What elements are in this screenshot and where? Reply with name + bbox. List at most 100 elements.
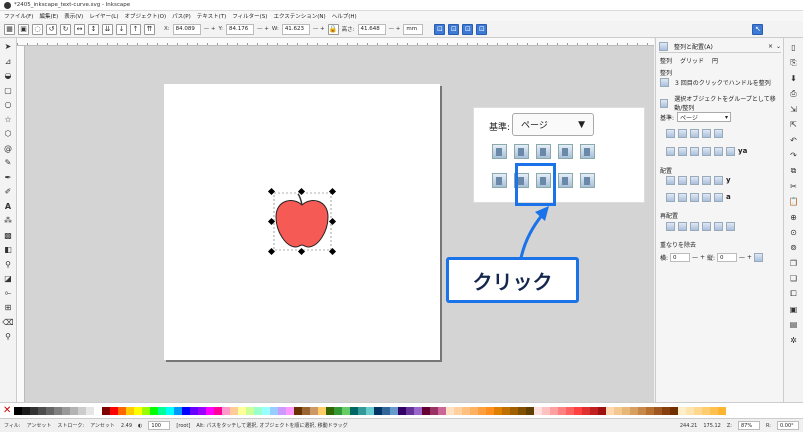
palette-swatch[interactable] bbox=[102, 406, 110, 415]
palette-swatch[interactable] bbox=[278, 406, 286, 415]
popup-ref-select[interactable]: ページ ▼ bbox=[512, 113, 594, 136]
palette-swatch[interactable] bbox=[166, 406, 174, 415]
rearrange-unclump-icon[interactable] bbox=[726, 222, 735, 231]
distribute-icon-4[interactable] bbox=[702, 176, 711, 185]
align-text-baseline-icon[interactable]: ya bbox=[738, 147, 747, 155]
palette-swatch[interactable] bbox=[622, 406, 630, 415]
menu-filter[interactable]: フィルター(S) bbox=[232, 12, 267, 20]
palette-swatch[interactable] bbox=[550, 406, 558, 415]
palette-swatch[interactable] bbox=[262, 406, 270, 415]
dropper-tool-icon[interactable]: ⚲ bbox=[2, 258, 14, 270]
star-tool-icon[interactable]: ☆ bbox=[2, 113, 14, 125]
palette-swatch[interactable] bbox=[214, 406, 222, 415]
scale-corners-icon[interactable]: ⊡ bbox=[448, 23, 460, 35]
palette-swatch[interactable] bbox=[390, 406, 398, 415]
cut-icon[interactable]: ✂ bbox=[788, 181, 799, 192]
palette-swatch[interactable] bbox=[150, 406, 158, 415]
zoom-page-icon[interactable]: ⊚ bbox=[788, 242, 799, 253]
palette-swatch[interactable] bbox=[406, 406, 414, 415]
distribute-icon-9[interactable] bbox=[702, 193, 711, 202]
group-icon[interactable]: ▣ bbox=[788, 304, 799, 315]
palette-swatch[interactable] bbox=[206, 406, 214, 415]
align-center-vertical-icon[interactable] bbox=[536, 144, 551, 159]
new-document-icon[interactable]: ▯ bbox=[788, 42, 799, 53]
rotate-cw-icon[interactable]: ↻ bbox=[60, 23, 71, 35]
move-gradients-icon[interactable]: ⊡ bbox=[462, 23, 474, 35]
tab-align[interactable]: 整列 bbox=[660, 56, 672, 65]
palette-swatch[interactable] bbox=[526, 406, 534, 415]
palette-swatch[interactable] bbox=[638, 406, 646, 415]
align-top-anchor-icon[interactable] bbox=[580, 173, 595, 188]
distribute-icon-6[interactable] bbox=[666, 193, 675, 202]
palette-swatch[interactable] bbox=[158, 406, 166, 415]
palette-swatch[interactable] bbox=[62, 406, 70, 415]
apple-selection[interactable] bbox=[267, 187, 337, 256]
palette-swatch[interactable] bbox=[350, 406, 358, 415]
palette-swatch[interactable] bbox=[94, 406, 102, 415]
import-icon[interactable]: ⇲ bbox=[788, 104, 799, 115]
palette-swatch[interactable] bbox=[710, 406, 718, 415]
palette-swatch[interactable] bbox=[142, 406, 150, 415]
palette-swatch[interactable] bbox=[342, 406, 350, 415]
palette-swatch[interactable] bbox=[326, 406, 334, 415]
align-left-anchor-icon[interactable] bbox=[580, 144, 595, 159]
no-paint-icon[interactable]: ✕ bbox=[3, 405, 11, 416]
menu-file[interactable]: ファイル(F) bbox=[4, 12, 33, 20]
vgap-field[interactable]: 0 bbox=[717, 253, 737, 262]
palette-swatch[interactable] bbox=[582, 406, 590, 415]
palette-swatch[interactable] bbox=[22, 406, 30, 415]
palette-swatch[interactable] bbox=[110, 406, 118, 415]
align-icon-11[interactable] bbox=[726, 147, 735, 156]
clone-icon[interactable]: ❏ bbox=[788, 273, 799, 284]
option-handles[interactable]: 3 回目のクリックでハンドルを整列 bbox=[660, 78, 771, 87]
palette-swatch[interactable] bbox=[334, 406, 342, 415]
flip-vertical-icon[interactable]: ↕ bbox=[88, 23, 99, 35]
panel-menu-chevron-icon[interactable]: ⌄ bbox=[776, 43, 781, 50]
duplicate-icon[interactable]: ❐ bbox=[788, 258, 799, 269]
x-field[interactable]: 84.089 bbox=[172, 23, 201, 35]
palette-swatch[interactable] bbox=[382, 406, 390, 415]
palette-swatch[interactable] bbox=[286, 406, 294, 415]
palette-swatch[interactable] bbox=[118, 406, 126, 415]
text-tool-icon[interactable]: A bbox=[2, 200, 14, 212]
palette-swatch[interactable] bbox=[518, 406, 526, 415]
palette-swatch[interactable] bbox=[662, 406, 670, 415]
distribute-baseline-v-icon[interactable]: a bbox=[726, 193, 731, 201]
layer-indicator[interactable]: [root] bbox=[176, 423, 190, 429]
w-stepper-icon[interactable]: — + bbox=[313, 26, 325, 32]
hgap-stepper-icon[interactable]: — + bbox=[692, 254, 705, 261]
zoom-drawing-icon[interactable]: ⊙ bbox=[788, 227, 799, 238]
palette-swatch[interactable] bbox=[70, 406, 78, 415]
align-bottom-anchor-icon[interactable] bbox=[492, 173, 507, 188]
calligraphy-tool-icon[interactable]: ✐ bbox=[2, 186, 14, 198]
align-icon-3[interactable] bbox=[690, 129, 699, 138]
palette-swatch[interactable] bbox=[238, 406, 246, 415]
palette-swatch[interactable] bbox=[494, 406, 502, 415]
x-stepper-icon[interactable]: — + bbox=[204, 26, 216, 32]
print-icon[interactable]: ⎙ bbox=[788, 89, 799, 100]
panel-close-icon[interactable]: × bbox=[768, 43, 773, 50]
palette-swatch[interactable] bbox=[598, 406, 606, 415]
distribute-icon-3[interactable] bbox=[690, 176, 699, 185]
snap-toggle-icon[interactable]: ↖ bbox=[752, 23, 764, 35]
move-patterns-icon[interactable]: ⊡ bbox=[476, 23, 488, 35]
palette-swatch[interactable] bbox=[646, 406, 654, 415]
tab-grid[interactable]: グリッド bbox=[680, 56, 704, 65]
rotate-field[interactable]: 0.00° bbox=[777, 421, 799, 430]
align-bottom-icon[interactable] bbox=[558, 173, 573, 188]
distribute-icon-5[interactable] bbox=[714, 176, 723, 185]
palette-swatch[interactable] bbox=[86, 406, 94, 415]
unit-select[interactable]: mm bbox=[403, 23, 424, 35]
palette-swatch[interactable] bbox=[198, 406, 206, 415]
align-icon-7[interactable] bbox=[678, 147, 687, 156]
palette-swatch[interactable] bbox=[270, 406, 278, 415]
palette-swatch[interactable] bbox=[478, 406, 486, 415]
selector-tool-icon[interactable]: ➤ bbox=[2, 41, 14, 53]
palette-swatch[interactable] bbox=[718, 406, 726, 415]
align-icon-1[interactable] bbox=[666, 129, 675, 138]
menu-text[interactable]: テキスト(T) bbox=[197, 12, 227, 20]
menu-path[interactable]: パス(P) bbox=[172, 12, 191, 20]
palette-swatch[interactable] bbox=[438, 406, 446, 415]
palette-swatch[interactable] bbox=[318, 406, 326, 415]
menu-help[interactable]: ヘルプ(H) bbox=[332, 12, 357, 20]
